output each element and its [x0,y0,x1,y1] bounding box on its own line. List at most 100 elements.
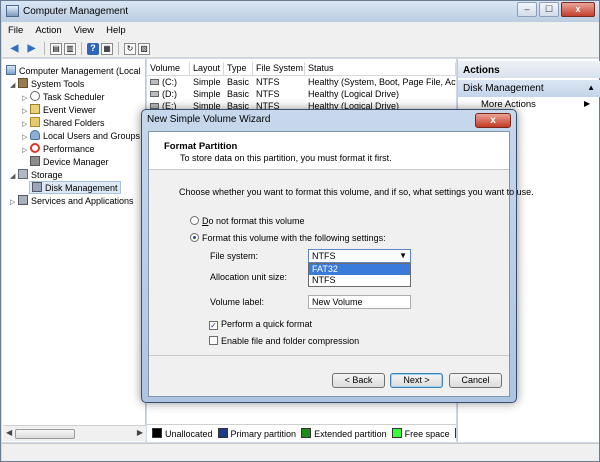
tree-item-system-tools[interactable]: ◢ System Tools [10,78,84,91]
dialog-close-button[interactable]: x [475,113,511,128]
menu-file[interactable]: File [2,22,29,40]
column-file-system[interactable]: File System [253,62,305,75]
up-folder-icon[interactable]: ▥ [64,42,76,55]
scrollbar-thumb[interactable] [15,429,75,439]
legend-item: Free space [391,428,450,439]
help-icon[interactable]: ? [87,42,99,55]
tree-item-disk-management[interactable]: Disk Management [29,181,121,194]
file-system-label: File system: [210,251,259,261]
computer-management-icon [6,5,19,17]
file-system-dropdown[interactable]: NTFS ▼ [308,249,411,263]
status-cell: Healthy (Logical Drive) [308,89,400,99]
tree-label: Disk Management [45,183,118,193]
tree-label: Performance [43,144,95,154]
minimize-button[interactable]: – [517,2,537,17]
quick-format-checkbox-row[interactable]: ✓ Perform a quick format [209,318,312,330]
legend-swatch [152,428,162,438]
column-volume[interactable]: Volume [147,62,190,75]
table-row[interactable]: (D:) Simple Basic NTFS Healthy (Logical … [147,89,456,101]
tree-item-event-viewer[interactable]: ▷ Event Viewer [22,104,96,117]
expand-arrow-icon[interactable]: ▷ [10,196,18,209]
properties-icon[interactable]: ▦ [101,42,113,55]
console-tree-icon[interactable]: ▤ [50,42,62,55]
tree-label: Task Scheduler [43,92,105,102]
dialog-body: Format Partition To store data on this p… [148,131,534,397]
option-ntfs[interactable]: NTFS [309,275,410,286]
maximize-button[interactable]: ☐ [539,2,559,17]
legend-item: L [454,428,456,439]
legend-swatch [454,428,456,438]
dialog-title: New Simple Volume Wizard [147,114,271,125]
disk-legend: Unallocated Primary partition Extended p… [147,424,456,442]
toolbar-separator [81,42,82,55]
tree-item-task-scheduler[interactable]: ▷ Task Scheduler [22,91,105,104]
storage-icon [18,169,28,179]
column-layout[interactable]: Layout [190,62,224,75]
tree-label: Shared Folders [43,118,105,128]
toolbar-separator [44,42,45,55]
expand-arrow-icon[interactable]: ▷ [22,144,30,157]
tree-label: Event Viewer [43,105,96,115]
layout-cell: Simple [193,77,221,87]
tree-item-performance[interactable]: ▷ Performance [22,143,95,156]
radio-do-not-format[interactable]: Do not format this volume [190,215,305,227]
column-status[interactable]: Status [305,62,456,75]
volume-cell: (D:) [147,89,190,101]
collapse-arrow-icon[interactable]: ◢ [10,79,18,92]
users-icon [30,130,40,140]
type-cell: Basic [227,89,250,99]
window-title: Computer Management [23,6,129,17]
file-system-value: NTFS [312,251,336,261]
legend-item: Unallocated [152,428,213,439]
close-button[interactable]: x [561,2,595,17]
table-row[interactable]: (C:) Simple Basic NTFS Healthy (System, … [147,77,456,89]
chevron-down-icon[interactable]: ▼ [399,251,407,260]
menu-action[interactable]: Action [29,22,67,40]
quick-format-checkbox[interactable]: ✓ [209,321,218,330]
radio-label: o not format this volume [208,216,305,226]
radio-format-volume[interactable]: Format this volume with the following se… [190,232,386,244]
caption-buttons: – ☐ x [517,2,595,17]
cancel-button[interactable]: Cancel [449,373,502,388]
scroll-left-icon[interactable]: ◀ [6,428,12,437]
legend-label: Unallocated [165,429,213,439]
tree-horizontal-scrollbar[interactable]: ◀ ▶ [3,425,146,441]
tree-item-shared-folders[interactable]: ▷ Shared Folders [22,117,105,130]
radio-button-selected[interactable] [190,233,199,242]
refresh-icon[interactable]: ↻ [124,42,136,55]
volume-label-input[interactable]: New Volume [308,295,411,309]
toolbar: ◀ ▶ ▤ ▥ ? ▦ ↻ ▧ [2,40,599,58]
collapse-arrow-icon[interactable]: ◢ [10,170,18,183]
menu-help[interactable]: Help [100,22,132,40]
scroll-right-icon[interactable]: ▶ [137,428,143,437]
next-button[interactable]: Next > [390,373,443,388]
back-button[interactable]: < Back [332,373,385,388]
column-type[interactable]: Type [224,62,253,75]
tree-label: Computer Management (Local [19,66,141,76]
forward-arrow-icon[interactable]: ▶ [24,42,39,56]
menu-view[interactable]: View [68,22,100,40]
volume-label-label: Volume label: [210,297,265,307]
back-arrow-icon[interactable]: ◀ [7,42,22,56]
submenu-arrow-icon[interactable]: ▶ [584,99,590,108]
layout-cell: Simple [193,89,221,99]
tree-item-services-applications[interactable]: ▷ Services and Applications [10,195,134,208]
drive-icon [150,79,159,85]
export-list-icon[interactable]: ▧ [138,42,150,55]
toolbar-separator [118,42,119,55]
tree-item-local-users[interactable]: ▷ Local Users and Groups [22,130,140,143]
legend-swatch [301,428,312,438]
legend-item: Primary partition [217,428,296,439]
tree-label: Storage [31,170,63,180]
collapse-up-icon[interactable]: ▲ [587,83,595,92]
tree-item-device-manager[interactable]: Device Manager [30,156,109,169]
actions-section-disk-management[interactable]: Disk Management ▲ [458,80,600,97]
tree-item-computer-management[interactable]: Computer Management (Local [6,65,141,78]
console-tree: Computer Management (Local ◢ System Tools… [2,59,146,442]
compression-checkbox[interactable] [209,336,218,345]
shared-folder-icon [30,117,40,127]
compression-checkbox-row[interactable]: Enable file and folder compression [209,335,359,347]
radio-button[interactable] [190,216,199,225]
option-fat32[interactable]: FAT32 [309,264,410,275]
wizard-header: Format Partition To store data on this p… [149,132,509,170]
